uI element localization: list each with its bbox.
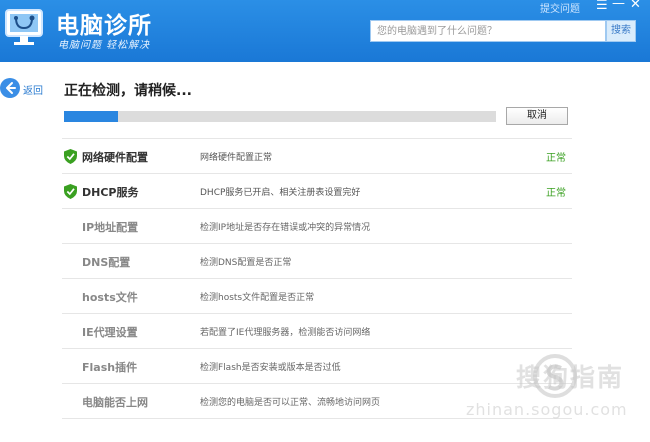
shield-check-icon xyxy=(64,149,77,164)
check-description: 检测Flash是否安装或版本是否过低 xyxy=(200,363,341,373)
watermark-url: zhinan.sogou.com xyxy=(466,400,628,419)
check-description: 检测DNS配置是否正常 xyxy=(200,258,292,268)
watermark-brand: 搜狗指南 xyxy=(516,363,625,392)
scan-progress-bar xyxy=(64,111,496,122)
search-button[interactable]: 搜索 xyxy=(606,20,636,42)
check-description: 若配置了IE代理服务器，检测能否访问网络 xyxy=(200,328,371,338)
check-description: DHCP服务已开启、相关注册表设置完好 xyxy=(200,188,361,198)
shield-check-icon xyxy=(64,184,77,199)
back-button[interactable]: 返回 xyxy=(0,78,50,100)
close-icon[interactable]: ✕ xyxy=(630,0,641,12)
check-description: 检测IP地址是否存在错误或冲突的异常情况 xyxy=(200,223,371,233)
check-status: 正常 xyxy=(546,188,566,199)
submit-question-link[interactable]: 提交问题 xyxy=(540,0,580,15)
minimize-icon[interactable]: — xyxy=(612,0,625,11)
check-status: 正常 xyxy=(546,153,566,164)
check-name: IE代理设置 xyxy=(82,326,138,339)
check-name: 电脑能否上网 xyxy=(82,396,148,409)
menu-icon[interactable]: ☰ xyxy=(596,0,608,13)
check-row: DHCP服务 DHCP服务已开启、相关注册表设置完好 正常 xyxy=(62,173,572,208)
search-input[interactable]: 您的电脑遇到了什么问题？ xyxy=(370,20,606,42)
stethoscope-monitor-icon xyxy=(2,4,48,52)
app-title: 电脑诊所 xyxy=(56,12,152,39)
check-row: IP地址配置 检测IP地址是否存在错误或冲突的异常情况 xyxy=(62,208,572,243)
check-name: DNS配置 xyxy=(82,256,131,269)
check-description: 检测hosts文件配置是否正常 xyxy=(200,293,315,303)
check-name: DHCP服务 xyxy=(82,186,139,199)
check-row: DNS配置 检测DNS配置是否正常 xyxy=(62,243,572,278)
back-label: 返回 xyxy=(23,86,43,97)
check-name: Flash插件 xyxy=(82,361,138,374)
app-header: 电脑诊所 电脑问题 轻松解决 提交问题 ☰ — ✕ 您的电脑遇到了什么问题？ 搜… xyxy=(0,0,650,62)
check-row: IE代理设置 若配置了IE代理服务器，检测能否访问网络 xyxy=(62,313,572,348)
check-name: IP地址配置 xyxy=(82,221,139,234)
check-row: 网络硬件配置 网络硬件配置正常 正常 xyxy=(62,138,572,173)
scan-status-title: 正在检测，请稍候... xyxy=(64,83,192,99)
check-name: hosts文件 xyxy=(82,291,138,304)
check-row: hosts文件 检测hosts文件配置是否正常 xyxy=(62,278,572,313)
check-name: 网络硬件配置 xyxy=(82,151,148,164)
scan-progress-fill xyxy=(64,111,118,122)
back-arrow-icon xyxy=(0,78,20,98)
check-description: 检测您的电脑是否可以正常、流畅地访问网页 xyxy=(200,398,381,408)
check-description: 网络硬件配置正常 xyxy=(200,153,273,163)
cancel-button[interactable]: 取消 xyxy=(506,107,568,125)
app-subtitle: 电脑问题 轻松解决 xyxy=(58,40,151,51)
